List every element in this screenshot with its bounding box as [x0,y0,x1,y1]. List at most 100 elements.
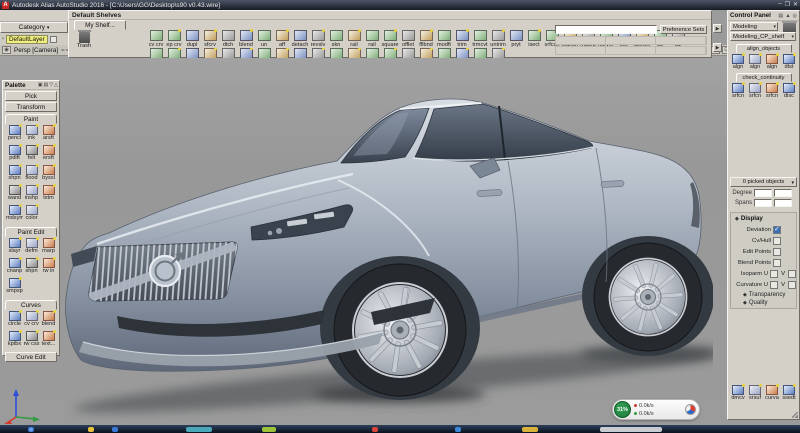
palette-tool[interactable]: marp [40,238,57,258]
palette-list-icon[interactable]: ▤ [44,82,49,88]
shelf-tool[interactable] [273,48,291,58]
start-orb-icon[interactable] [28,427,34,432]
palette-tool[interactable]: kptbx [6,331,23,351]
palette-tool[interactable]: rw css [23,331,40,351]
palette-tool[interactable]: ink [23,125,40,145]
palette-tool[interactable]: byssl [40,165,57,185]
display-checkbox[interactable]: ✓ [773,248,781,256]
cp-tool[interactable]: srfcn [764,83,780,99]
preset-dropdown[interactable]: Modeling▾ [730,22,778,31]
palette-tool[interactable]: smpsp [6,278,23,298]
cp-tool[interactable]: srsuf [747,385,763,401]
close-icon[interactable]: ✕ [793,1,798,8]
shelf-tool[interactable] [291,48,309,58]
shelf-tool[interactable] [417,48,435,58]
palette-section-paint-edit[interactable]: Paint Edit [5,227,57,237]
taskbar-icon[interactable] [455,427,461,432]
resize-grip[interactable] [792,412,798,418]
perspective-viewport[interactable] [0,56,727,425]
minimize-icon[interactable]: – [778,1,781,8]
shelf-tool[interactable] [363,48,381,58]
net-app-icon[interactable] [685,404,696,415]
shelf-tool[interactable] [489,48,507,58]
panel-up-icon[interactable]: ▲ [785,13,790,19]
cp-tool[interactable]: curva [764,385,780,401]
network-monitor-overlay[interactable]: 31% 0.0k/s 0.0k/s [612,399,700,420]
shelf-tool[interactable]: pryt [507,30,525,48]
display-checkbox[interactable]: ✓ [773,237,781,245]
shelf-tool[interactable]: aff [273,30,291,48]
taskbar-icon[interactable] [112,427,118,432]
shelf-tool[interactable]: trmcvt [471,30,489,48]
palette-tool[interactable]: rw in [40,258,57,278]
taskbar-icon[interactable] [372,427,378,432]
palette-tool[interactable]: felt [23,145,40,165]
shelf-tool[interactable]: revslv [309,30,327,48]
palette-tool[interactable]: text... [40,331,57,351]
taskbar-icon[interactable] [522,427,538,432]
category-bar[interactable]: Category ▾ [0,22,68,33]
car-model[interactable] [53,84,713,422]
taskbar-icon[interactable] [262,427,276,432]
shelf-tool[interactable] [399,48,417,58]
display-bullet[interactable]: ◆Transparency [731,290,796,298]
camera-icon[interactable]: ◉ [2,46,11,54]
maximize-icon[interactable]: ❐ [785,1,790,8]
shelf-tool[interactable] [201,48,219,58]
palette-layout-icon[interactable]: ▣ [38,82,43,88]
shelf-tool[interactable]: skn [327,30,345,48]
control-panel-window[interactable]: Control Panel ▤ ▲ ◎ Modeling▾ Modeling_C… [727,10,800,420]
shelf-tool[interactable]: trim [453,30,471,48]
palette-tool[interactable]: cv crv [23,311,40,331]
shelf-tool[interactable]: fflbnd [417,30,435,48]
shelf-tool[interactable]: sfcrv [201,30,219,48]
cp-shelf-dropdown[interactable]: Modeling_CP_shelf▾ [730,32,796,41]
display-checkbox[interactable]: ✓ [770,270,778,278]
tab-align-objects[interactable]: align_objects [736,44,792,53]
cp-tool[interactable]: algn [730,54,746,70]
shelf-tool[interactable] [255,48,273,58]
shelf-tool[interactable]: dupl [183,30,201,48]
shelf-tool[interactable] [327,48,345,58]
picked-objects-dropdown[interactable]: 0 picked objects▾ [730,177,797,187]
spans-u-field[interactable] [754,199,772,207]
taskbar-icon[interactable] [88,427,94,432]
palette-section-paint[interactable]: Paint [5,114,57,124]
taskbar-icon[interactable] [186,427,212,432]
shelf-tool[interactable] [183,48,201,58]
palette-tool[interactable]: arsft [40,125,57,145]
preference-sets-button[interactable]: Preference Sets [660,25,707,34]
shelf-tool[interactable]: rail [345,30,363,48]
palette-section-transform[interactable]: Transform [5,102,57,112]
shelf-tool[interactable]: detach [291,30,309,48]
palette-expand-icon[interactable]: △ [54,82,58,88]
shelf-tool[interactable] [237,48,255,58]
palette-tool[interactable]: flood [23,165,40,185]
shelf-tool[interactable]: cv crv [147,30,165,48]
shelf-tool[interactable] [435,48,453,58]
palette-tool[interactable]: inshp [23,185,40,205]
palette-tool[interactable]: defm [23,238,40,258]
shelf-tool[interactable] [471,48,489,58]
cp-tool[interactable]: algn [764,54,780,70]
display-checkbox[interactable]: ✓ [773,226,781,234]
cp-tool[interactable]: srfcn [747,83,763,99]
titlebar[interactable]: A Autodesk Alias AutoStudio 2016 - [C:\U… [0,0,800,10]
palette-tool[interactable]: blend [40,311,57,331]
palette-tool[interactable]: pencl [6,125,23,145]
palette-tool[interactable]: shpn [23,258,40,278]
degree-u-field[interactable] [754,189,772,197]
shelf-tool[interactable] [147,48,165,58]
shelf-tool[interactable]: blend [237,30,255,48]
cp-tool[interactable]: disc [781,83,797,99]
shelf-tool[interactable] [309,48,327,58]
shelf-tool[interactable] [381,48,399,58]
palette-collapse-icon[interactable]: ▽ [49,82,53,88]
shelves-window-title[interactable]: Default Shelves [69,11,711,20]
panel-target-icon[interactable]: ◎ [792,13,797,19]
shelf-tool[interactable]: untrim [489,30,507,48]
palette-tool[interactable]: pdift [6,145,23,165]
palette-tool[interactable]: ersft [40,145,57,165]
active-layer[interactable]: DefaultLayer [6,35,48,44]
palette-tool[interactable]: mdsym [6,205,23,225]
